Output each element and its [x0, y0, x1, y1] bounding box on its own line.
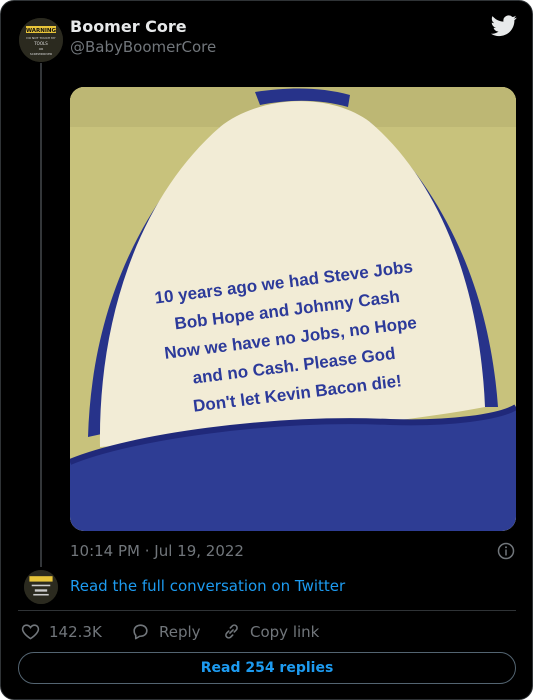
link-icon: [225, 624, 238, 639]
avatar[interactable]: WARNING DO NOT TOUCH MY TOOLS OR SCREWDR…: [19, 18, 63, 62]
tweet-embed: WARNING DO NOT TOUCH MY TOOLS OR SCREWDR…: [0, 0, 533, 700]
avatar-line: TOOLS: [33, 41, 48, 46]
copy-link-label: Copy link: [250, 622, 320, 641]
reply-label: Reply: [159, 622, 201, 641]
like-button[interactable]: 142.3K: [21, 622, 102, 641]
twitter-bird-icon[interactable]: [491, 15, 517, 37]
thread-connector-line: [40, 63, 42, 567]
avatar-line: OR: [39, 47, 43, 51]
like-count: 142.3K: [49, 622, 102, 641]
read-replies-button[interactable]: Read 254 replies: [18, 652, 516, 684]
copy-link-button[interactable]: Copy link: [222, 622, 319, 641]
heart-icon: [21, 624, 40, 640]
avatar-warning-text: WARNING: [26, 28, 57, 34]
author-handle[interactable]: @BabyBoomerCore: [70, 38, 216, 56]
avatar-small-image: [24, 570, 58, 604]
author-name[interactable]: Boomer Core: [70, 17, 187, 36]
avatar-line: DO NOT TOUCH MY: [26, 36, 55, 40]
reply-button[interactable]: Reply: [131, 622, 201, 641]
avatar-small[interactable]: [24, 570, 58, 604]
read-full-conversation-link[interactable]: Read the full conversation on Twitter: [70, 577, 345, 595]
hat-photo-illustration: 10 years ago we had Steve Jobs Bob Hope …: [70, 87, 516, 531]
tweet-timestamp[interactable]: 10:14 PM · Jul 19, 2022: [70, 542, 244, 560]
tweet-photo[interactable]: 10 years ago we had Steve Jobs Bob Hope …: [70, 87, 516, 531]
read-replies-label: Read 254 replies: [200, 660, 334, 676]
reply-icon: [133, 624, 148, 640]
divider: [18, 610, 516, 611]
avatar-image: WARNING DO NOT TOUCH MY TOOLS OR SCREWDR…: [19, 18, 63, 62]
info-icon[interactable]: [497, 542, 515, 560]
avatar-line: SCREWDRIVER: [30, 52, 52, 56]
